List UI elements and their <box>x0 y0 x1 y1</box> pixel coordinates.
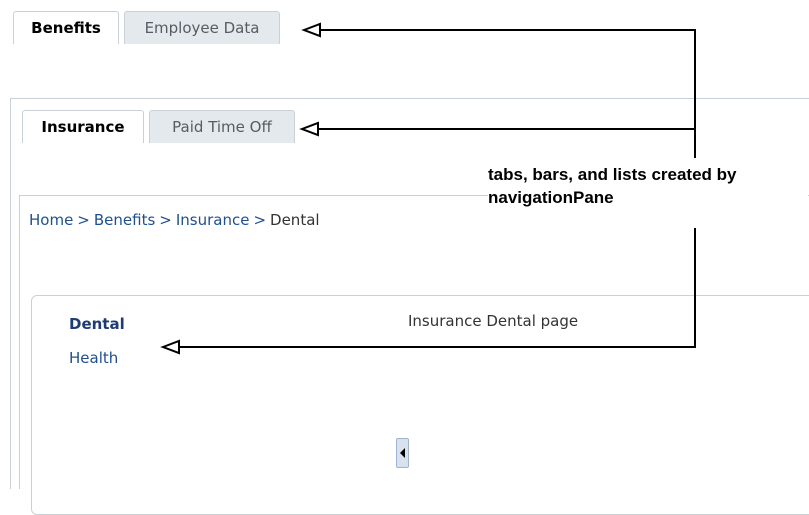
collapse-left-icon <box>399 448 405 458</box>
breadcrumb-current: Dental <box>270 211 320 229</box>
tab-benefits[interactable]: Benefits <box>13 11 119 44</box>
tab-insurance[interactable]: Insurance <box>22 110 144 143</box>
callout-annotation: tabs, bars, and lists created by navigat… <box>488 163 808 209</box>
tab-employee-data[interactable]: Employee Data <box>124 11 280 44</box>
arrow-left-icon <box>299 121 319 137</box>
outer-panel-top-border <box>10 98 809 99</box>
sub-panel-left-border <box>19 195 20 489</box>
breadcrumb-insurance[interactable]: Insurance <box>176 211 250 229</box>
callout-line-1: tabs, bars, and lists created by <box>488 165 737 184</box>
content-text: Insurance Dental page <box>408 312 579 330</box>
breadcrumb-home[interactable]: Home <box>29 211 73 229</box>
breadcrumb-separator: > <box>159 211 172 229</box>
breadcrumb: Home > Benefits > Insurance > Dental <box>29 211 320 229</box>
list-item-health[interactable]: Health <box>69 349 118 367</box>
breadcrumb-separator: > <box>77 211 90 229</box>
arrow-left-icon <box>301 22 321 38</box>
splitter-collapse-button[interactable] <box>396 438 409 468</box>
breadcrumb-benefits[interactable]: Benefits <box>94 211 155 229</box>
tab-paid-time-off[interactable]: Paid Time Off <box>149 110 295 143</box>
list-item-dental[interactable]: Dental <box>69 315 125 333</box>
callout-line-2: navigationPane <box>488 188 614 207</box>
outer-panel-left-border <box>10 98 11 489</box>
breadcrumb-separator: > <box>253 211 267 229</box>
